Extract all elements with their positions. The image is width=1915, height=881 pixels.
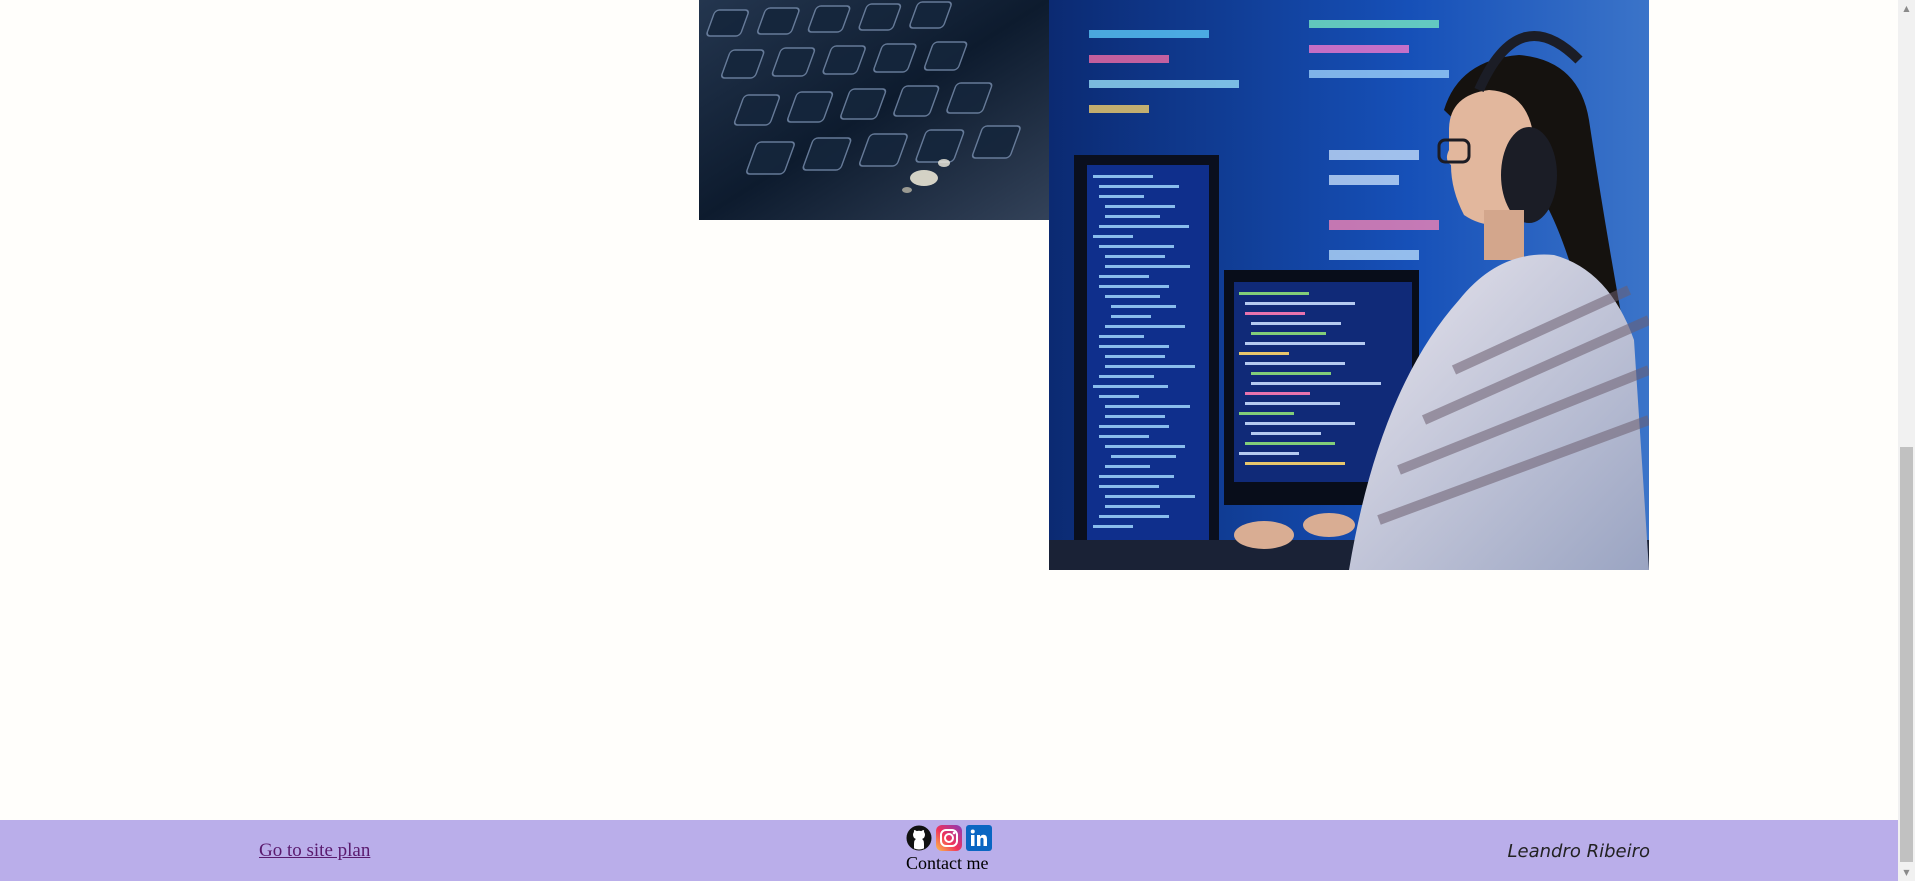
developer-photo <box>1049 0 1649 570</box>
scrollbar-thumb[interactable] <box>1900 447 1913 862</box>
scroll-up-arrow-icon[interactable]: ▲ <box>1898 0 1915 17</box>
site-plan-link[interactable]: Go to site plan <box>259 840 370 862</box>
linkedin-icon[interactable] <box>966 824 992 851</box>
page-content <box>0 0 1898 881</box>
scroll-down-arrow-icon[interactable]: ▼ <box>1898 864 1915 881</box>
keyboard-photo <box>699 0 1049 220</box>
vertical-scrollbar[interactable]: ▲ ▼ <box>1898 0 1915 881</box>
github-icon[interactable] <box>906 825 932 851</box>
contact-section: Contact me <box>906 824 996 874</box>
instagram-icon[interactable] <box>936 824 962 851</box>
contact-label: Contact me <box>906 853 989 873</box>
social-links <box>906 824 996 851</box>
author-name: Leandro Ribeiro <box>1507 841 1650 862</box>
footer: Go to site plan Contact me Leandro Ribei… <box>0 820 1898 881</box>
